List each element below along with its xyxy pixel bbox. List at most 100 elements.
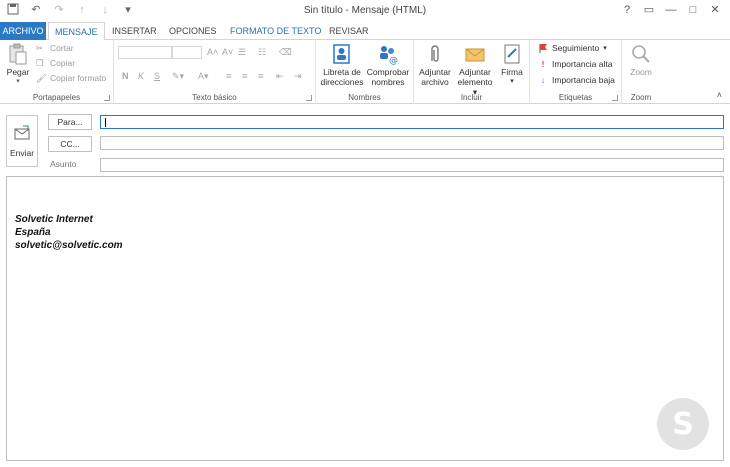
paste-button[interactable]: Pegar ▾ <box>4 43 32 87</box>
collapse-ribbon-icon[interactable]: ˄ <box>717 90 722 100</box>
group-label-texto-basico: Texto básico <box>192 93 237 102</box>
follow-up-dropdown-icon: ▾ <box>603 45 607 52</box>
font-size-select[interactable] <box>172 46 202 59</box>
copy-button[interactable]: ❐ Copiar <box>36 58 75 68</box>
attach-item-label-1: Adjuntar <box>459 67 491 77</box>
decrease-indent-icon[interactable]: ⇤ <box>276 71 284 82</box>
copy-icon: ❐ <box>36 58 44 68</box>
italic-button[interactable]: K <box>138 71 144 81</box>
signature-block: Solvetic Internet España solvetic@solvet… <box>15 213 123 252</box>
tab-formato-de-texto[interactable]: FORMATO DE TEXTO <box>224 22 327 40</box>
signature-dropdown-icon[interactable]: ▾ <box>497 77 527 87</box>
numbering-icon[interactable]: ☷ <box>258 47 266 58</box>
format-painter-label: Copiar formato <box>50 73 107 83</box>
format-painter-button[interactable]: 🖌 Copiar formato <box>36 73 106 83</box>
group-label-nombres: Nombres <box>348 93 381 102</box>
tab-mensaje[interactable]: MENSAJE <box>48 22 105 41</box>
align-right-icon[interactable]: ≡ <box>258 71 263 81</box>
to-field[interactable] <box>100 115 724 129</box>
ribbon-tabs: ARCHIVO MENSAJE INSERTAR OPCIONES FORMAT… <box>0 22 730 41</box>
address-book-label-2: direcciones <box>320 77 364 87</box>
group-portapapeles: Pegar ▾ ✂ Cortar ❐ Copiar 🖌 Copiar forma… <box>0 40 114 104</box>
tab-revisar[interactable]: REVISAR <box>323 22 375 40</box>
arrow-down-icon: ↓ <box>540 75 546 85</box>
group-incluir: Adjuntar archivo Adjuntar elemento ▾ Fir… <box>414 40 530 104</box>
window-controls: ? ▭ — □ ✕ <box>616 1 726 19</box>
zoom-button[interactable]: Zoom <box>626 43 656 77</box>
envelope-icon <box>465 48 485 62</box>
watermark-logo-icon: S <box>657 398 709 450</box>
check-names-label-2: nombres <box>371 77 405 87</box>
cut-button[interactable]: ✂ Cortar <box>36 43 74 53</box>
signature-line-3: solvetic@solvetic.com <box>15 240 123 251</box>
subject-label: Asunto <box>50 159 77 169</box>
clear-format-icon[interactable]: ⌫ <box>279 47 292 58</box>
low-importance-label: Importancia baja <box>552 75 615 85</box>
group-label-portapapeles: Portapapeles <box>32 93 81 102</box>
portapapeles-launcher-icon[interactable] <box>104 95 110 101</box>
attach-file-button[interactable]: Adjuntar archivo <box>417 43 453 87</box>
check-names-button[interactable]: @ Comprobar nombres <box>365 43 411 87</box>
shrink-font-icon[interactable]: A˅ <box>222 47 233 57</box>
font-name-select[interactable] <box>118 46 172 59</box>
bullets-icon[interactable]: ☰ <box>238 47 246 58</box>
signature-button[interactable]: Firma ▾ <box>497 43 527 87</box>
title-bar: ↶ ↷ ↑ ↓ ▾ Sin título - Mensaje (HTML) ? … <box>0 0 730 22</box>
close-button[interactable]: ✕ <box>704 1 726 19</box>
to-button[interactable]: Para... <box>48 114 92 130</box>
ribbon: Pegar ▾ ✂ Cortar ❐ Copiar 🖌 Copiar forma… <box>0 40 730 104</box>
copy-label: Copiar <box>50 58 76 68</box>
group-nombres: Libreta de direcciones @ Comprobar nombr… <box>316 40 414 104</box>
svg-text:@: @ <box>389 56 398 65</box>
etiquetas-launcher-icon[interactable] <box>612 95 618 101</box>
attach-item-label-2: elemento <box>457 77 493 87</box>
paste-icon <box>9 43 27 65</box>
attach-file-label-2: archivo <box>421 77 449 87</box>
signature-label: Firma <box>501 67 523 77</box>
maximize-button[interactable]: □ <box>682 1 704 19</box>
cc-button[interactable]: CC... <box>48 136 92 152</box>
tab-opciones[interactable]: OPCIONES <box>163 22 223 40</box>
underline-button[interactable]: S <box>154 71 160 81</box>
help-button[interactable]: ? <box>616 1 638 19</box>
ribbon-display-button[interactable]: ▭ <box>638 1 660 19</box>
zoom-label: Zoom <box>630 67 652 77</box>
signature-line-1: Solvetic Internet <box>15 214 93 225</box>
increase-indent-icon[interactable]: ⇥ <box>294 71 302 82</box>
minimize-button[interactable]: — <box>660 1 682 19</box>
align-center-icon[interactable]: ≡ <box>242 71 247 81</box>
cut-label: Cortar <box>50 43 74 53</box>
check-names-label-1: Comprobar <box>366 67 410 77</box>
paste-label: Pegar <box>6 67 30 77</box>
attach-item-button[interactable]: Adjuntar elemento ▾ <box>455 43 495 97</box>
tab-insertar[interactable]: INSERTAR <box>106 22 163 40</box>
cc-field[interactable] <box>100 136 724 150</box>
subject-field[interactable] <box>100 158 724 172</box>
follow-up-button[interactable]: Seguimiento ▾ <box>538 43 607 53</box>
group-label-etiquetas: Etiquetas <box>558 93 593 102</box>
signature-icon <box>504 44 520 64</box>
highlight-icon[interactable]: ✎▾ <box>172 71 184 82</box>
address-book-button[interactable]: Libreta de direcciones <box>319 43 365 87</box>
send-button[interactable]: Enviar <box>6 115 38 167</box>
group-etiquetas: Seguimiento ▾ ! Importancia alta ↓ Import… <box>530 40 622 104</box>
grow-font-icon[interactable]: A˄ <box>207 47 218 57</box>
tab-archivo[interactable]: ARCHIVO <box>0 22 46 40</box>
group-label-zoom: Zoom <box>630 93 652 102</box>
address-book-label-1: Libreta de <box>323 67 361 77</box>
follow-up-label: Seguimiento <box>552 43 600 53</box>
svg-text:S: S <box>672 407 694 442</box>
bold-button[interactable]: N <box>122 71 129 81</box>
high-importance-button[interactable]: ! Importancia alta <box>538 59 613 69</box>
message-body[interactable]: Solvetic Internet España solvetic@solvet… <box>6 176 724 461</box>
align-left-icon[interactable]: ≡ <box>226 71 231 81</box>
group-texto-basico: A˄ A˅ ☰ ☷ ⌫ N K S ✎▾ A▾ ≡ ≡ ≡ ⇤ ⇥ Texto … <box>114 40 316 104</box>
group-zoom: Zoom Zoom <box>622 40 660 104</box>
send-icon <box>14 125 30 140</box>
paste-dropdown-icon[interactable]: ▾ <box>4 77 32 87</box>
magnifier-icon <box>632 45 650 63</box>
font-color-icon[interactable]: A▾ <box>198 71 209 82</box>
send-label: Enviar <box>9 148 35 158</box>
texto-basico-launcher-icon[interactable] <box>306 95 312 101</box>
low-importance-button[interactable]: ↓ Importancia baja <box>538 75 615 85</box>
